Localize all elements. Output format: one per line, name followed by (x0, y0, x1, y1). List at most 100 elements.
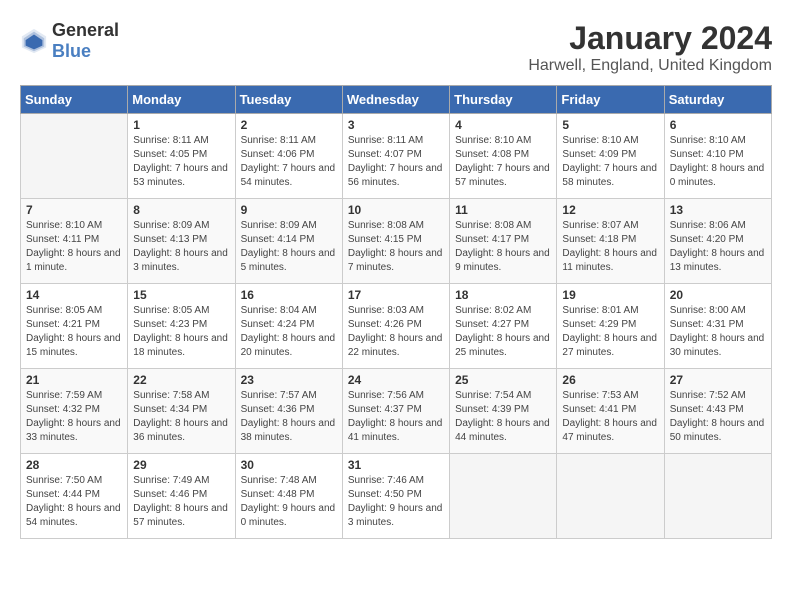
day-info: Sunrise: 7:53 AMSunset: 4:41 PMDaylight:… (562, 389, 658, 445)
day-info: Sunrise: 8:06 AMSunset: 4:20 PMDaylight:… (670, 219, 766, 275)
calendar-cell: 28 Sunrise: 7:50 AMSunset: 4:44 PMDayligh… (21, 454, 128, 539)
header-saturday: Saturday (664, 86, 771, 114)
header-thursday: Thursday (450, 86, 557, 114)
day-info: Sunrise: 8:11 AMSunset: 4:07 PMDaylight:… (348, 134, 444, 190)
logo-icon (20, 27, 48, 55)
day-number: 17 (348, 288, 444, 302)
day-number: 26 (562, 373, 658, 387)
logo: General Blue (20, 20, 119, 62)
day-number: 24 (348, 373, 444, 387)
day-info: Sunrise: 8:10 AMSunset: 4:10 PMDaylight:… (670, 134, 766, 190)
calendar-cell: 15Sunrise: 8:05 AMSunset: 4:23 PMDayligh… (128, 284, 235, 369)
calendar-cell: 16Sunrise: 8:04 AMSunset: 4:24 PMDayligh… (235, 284, 342, 369)
calendar-week-row: 14 Sunrise: 8:05 AMSunset: 4:21 PMDayligh… (21, 284, 772, 369)
day-info: Sunrise: 7:50 AMSunset: 4:44 PMDaylight:… (26, 474, 122, 530)
day-info: Sunrise: 8:10 AMSunset: 4:09 PMDaylight:… (562, 134, 658, 190)
calendar-cell: 11 Sunrise: 8:08 AMSunset: 4:17 PMDayligh… (450, 199, 557, 284)
day-info: Sunrise: 8:05 AMSunset: 4:21 PMDaylight:… (26, 304, 122, 360)
day-info: Sunrise: 7:57 AMSunset: 4:36 PMDaylight:… (241, 389, 337, 445)
day-info: Sunrise: 8:00 AMSunset: 4:31 PMDaylight:… (670, 304, 766, 360)
calendar-cell: 3 Sunrise: 8:11 AMSunset: 4:07 PMDaylight… (342, 114, 449, 199)
day-number: 11 (455, 203, 551, 217)
calendar-cell: 1 Sunrise: 8:11 AMSunset: 4:05 PMDaylight… (128, 114, 235, 199)
calendar-cell: 20 Sunrise: 8:00 AMSunset: 4:31 PMDayligh… (664, 284, 771, 369)
day-number: 5 (562, 118, 658, 132)
day-info: Sunrise: 7:58 AMSunset: 4:34 PMDaylight:… (133, 389, 229, 445)
day-number: 31 (348, 458, 444, 472)
calendar-cell: 30 Sunrise: 7:48 AMSunset: 4:48 PMDayligh… (235, 454, 342, 539)
day-number: 1 (133, 118, 229, 132)
day-number: 18 (455, 288, 551, 302)
day-info: Sunrise: 8:03 AMSunset: 4:26 PMDaylight:… (348, 304, 444, 360)
day-number: 3 (348, 118, 444, 132)
calendar-cell: 18Sunrise: 8:02 AMSunset: 4:27 PMDayligh… (450, 284, 557, 369)
day-number: 14 (26, 288, 122, 302)
day-info: Sunrise: 8:08 AMSunset: 4:17 PMDaylight:… (455, 219, 551, 275)
day-number: 28 (26, 458, 122, 472)
calendar-cell: 5 Sunrise: 8:10 AMSunset: 4:09 PMDaylight… (557, 114, 664, 199)
month-title: January 2024 (528, 20, 772, 57)
day-info: Sunrise: 8:10 AMSunset: 4:08 PMDaylight:… (455, 134, 551, 190)
calendar-cell: 24Sunrise: 7:56 AMSunset: 4:37 PMDayligh… (342, 369, 449, 454)
day-number: 12 (562, 203, 658, 217)
day-number: 25 (455, 373, 551, 387)
logo-general: General (52, 20, 119, 40)
day-number: 13 (670, 203, 766, 217)
day-number: 23 (241, 373, 337, 387)
header-tuesday: Tuesday (235, 86, 342, 114)
day-info: Sunrise: 7:59 AMSunset: 4:32 PMDaylight:… (26, 389, 122, 445)
day-number: 8 (133, 203, 229, 217)
day-info: Sunrise: 8:07 AMSunset: 4:18 PMDaylight:… (562, 219, 658, 275)
day-number: 4 (455, 118, 551, 132)
day-number: 6 (670, 118, 766, 132)
calendar-cell: 4 Sunrise: 8:10 AMSunset: 4:08 PMDaylight… (450, 114, 557, 199)
calendar-cell: 19 Sunrise: 8:01 AMSunset: 4:29 PMDayligh… (557, 284, 664, 369)
header-monday: Monday (128, 86, 235, 114)
calendar-cell (450, 454, 557, 539)
day-number: 9 (241, 203, 337, 217)
day-number: 2 (241, 118, 337, 132)
day-info: Sunrise: 7:54 AMSunset: 4:39 PMDaylight:… (455, 389, 551, 445)
calendar-cell: 12 Sunrise: 8:07 AMSunset: 4:18 PMDayligh… (557, 199, 664, 284)
calendar-cell: 14 Sunrise: 8:05 AMSunset: 4:21 PMDayligh… (21, 284, 128, 369)
calendar-cell: 22Sunrise: 7:58 AMSunset: 4:34 PMDayligh… (128, 369, 235, 454)
calendar-header-row: SundayMondayTuesdayWednesdayThursdayFrid… (21, 86, 772, 114)
calendar-cell: 9 Sunrise: 8:09 AMSunset: 4:14 PMDaylight… (235, 199, 342, 284)
location-title: Harwell, England, United Kingdom (528, 57, 772, 75)
logo-text: General Blue (52, 20, 119, 62)
day-number: 15 (133, 288, 229, 302)
day-info: Sunrise: 8:09 AMSunset: 4:13 PMDaylight:… (133, 219, 229, 275)
calendar-cell: 26 Sunrise: 7:53 AMSunset: 4:41 PMDayligh… (557, 369, 664, 454)
calendar-week-row: 28 Sunrise: 7:50 AMSunset: 4:44 PMDayligh… (21, 454, 772, 539)
calendar-table: SundayMondayTuesdayWednesdayThursdayFrid… (20, 85, 772, 539)
day-info: Sunrise: 7:48 AMSunset: 4:48 PMDaylight:… (241, 474, 337, 530)
header-wednesday: Wednesday (342, 86, 449, 114)
calendar-week-row: 7 Sunrise: 8:10 AMSunset: 4:11 PMDaylight… (21, 199, 772, 284)
calendar-cell: 10Sunrise: 8:08 AMSunset: 4:15 PMDayligh… (342, 199, 449, 284)
day-info: Sunrise: 8:01 AMSunset: 4:29 PMDaylight:… (562, 304, 658, 360)
day-info: Sunrise: 8:10 AMSunset: 4:11 PMDaylight:… (26, 219, 122, 275)
day-number: 19 (562, 288, 658, 302)
day-info: Sunrise: 8:11 AMSunset: 4:06 PMDaylight:… (241, 134, 337, 190)
calendar-cell: 7 Sunrise: 8:10 AMSunset: 4:11 PMDaylight… (21, 199, 128, 284)
calendar-cell: 6 Sunrise: 8:10 AMSunset: 4:10 PMDaylight… (664, 114, 771, 199)
day-number: 20 (670, 288, 766, 302)
day-number: 21 (26, 373, 122, 387)
day-info: Sunrise: 7:46 AMSunset: 4:50 PMDaylight:… (348, 474, 444, 530)
day-number: 16 (241, 288, 337, 302)
calendar-cell: 27Sunrise: 7:52 AMSunset: 4:43 PMDayligh… (664, 369, 771, 454)
calendar-cell: 21 Sunrise: 7:59 AMSunset: 4:32 PMDayligh… (21, 369, 128, 454)
day-number: 10 (348, 203, 444, 217)
calendar-cell: 17 Sunrise: 8:03 AMSunset: 4:26 PMDayligh… (342, 284, 449, 369)
day-info: Sunrise: 7:49 AMSunset: 4:46 PMDaylight:… (133, 474, 229, 530)
calendar-cell: 25 Sunrise: 7:54 AMSunset: 4:39 PMDayligh… (450, 369, 557, 454)
header-friday: Friday (557, 86, 664, 114)
day-number: 30 (241, 458, 337, 472)
day-info: Sunrise: 8:11 AMSunset: 4:05 PMDaylight:… (133, 134, 229, 190)
day-number: 29 (133, 458, 229, 472)
logo-blue: Blue (52, 41, 91, 61)
day-number: 7 (26, 203, 122, 217)
calendar-cell: 13 Sunrise: 8:06 AMSunset: 4:20 PMDayligh… (664, 199, 771, 284)
day-info: Sunrise: 8:09 AMSunset: 4:14 PMDaylight:… (241, 219, 337, 275)
calendar-cell: 8 Sunrise: 8:09 AMSunset: 4:13 PMDaylight… (128, 199, 235, 284)
